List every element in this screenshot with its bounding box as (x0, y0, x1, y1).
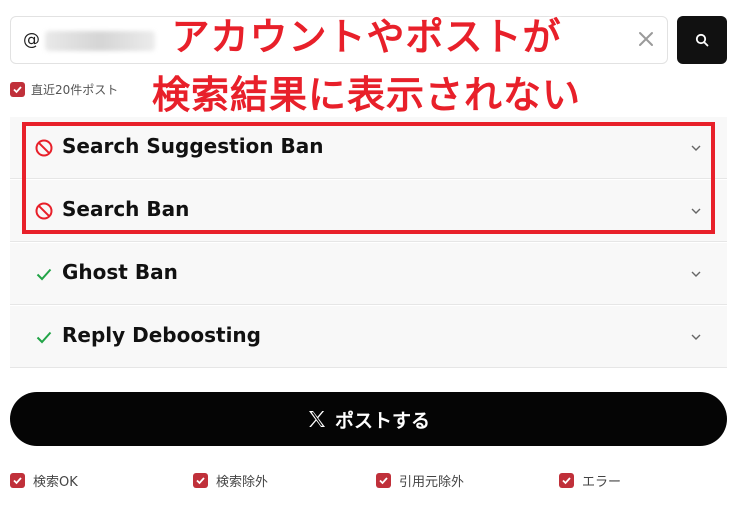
check-ghost-ban[interactable]: Ghost Ban (10, 243, 727, 305)
check-reply-deboosting[interactable]: Reply Deboosting (10, 306, 727, 368)
post-button[interactable]: ポストする (10, 392, 727, 446)
legend-item-quote-excluded[interactable]: 引用元除外 (376, 471, 464, 490)
check-title: Reply Deboosting (62, 323, 261, 347)
headline-line-2: 検索結果に表示されない (151, 73, 581, 117)
check-icon (36, 331, 52, 344)
post-button-label: ポストする (334, 409, 430, 432)
headline-line-1: アカウントやポストが (171, 15, 562, 59)
legend-checkbox[interactable] (10, 473, 25, 488)
highlight-box (22, 122, 715, 234)
legend-label: 検索除外 (216, 475, 269, 490)
x-logo-icon (308, 411, 325, 427)
legend-item-error[interactable]: エラー (559, 471, 621, 490)
chevron-down-icon (691, 334, 701, 340)
check-title: Ghost Ban (62, 260, 178, 284)
legend-item-search-excluded[interactable]: 検索除外 (193, 471, 268, 490)
legend-label: 検索OK (33, 475, 78, 490)
legend-label: エラー (582, 475, 622, 490)
legend-checkbox[interactable] (376, 473, 391, 488)
chevron-down-icon (691, 271, 701, 277)
legend-checkbox[interactable] (193, 473, 208, 488)
check-icon (36, 268, 52, 281)
legend-label: 引用元除外 (399, 475, 465, 490)
legend: 検索OK 検索除外 引用元除外 エラー (10, 471, 727, 490)
legend-checkbox[interactable] (559, 473, 574, 488)
legend-item-search-ok[interactable]: 検索OK (10, 471, 78, 490)
